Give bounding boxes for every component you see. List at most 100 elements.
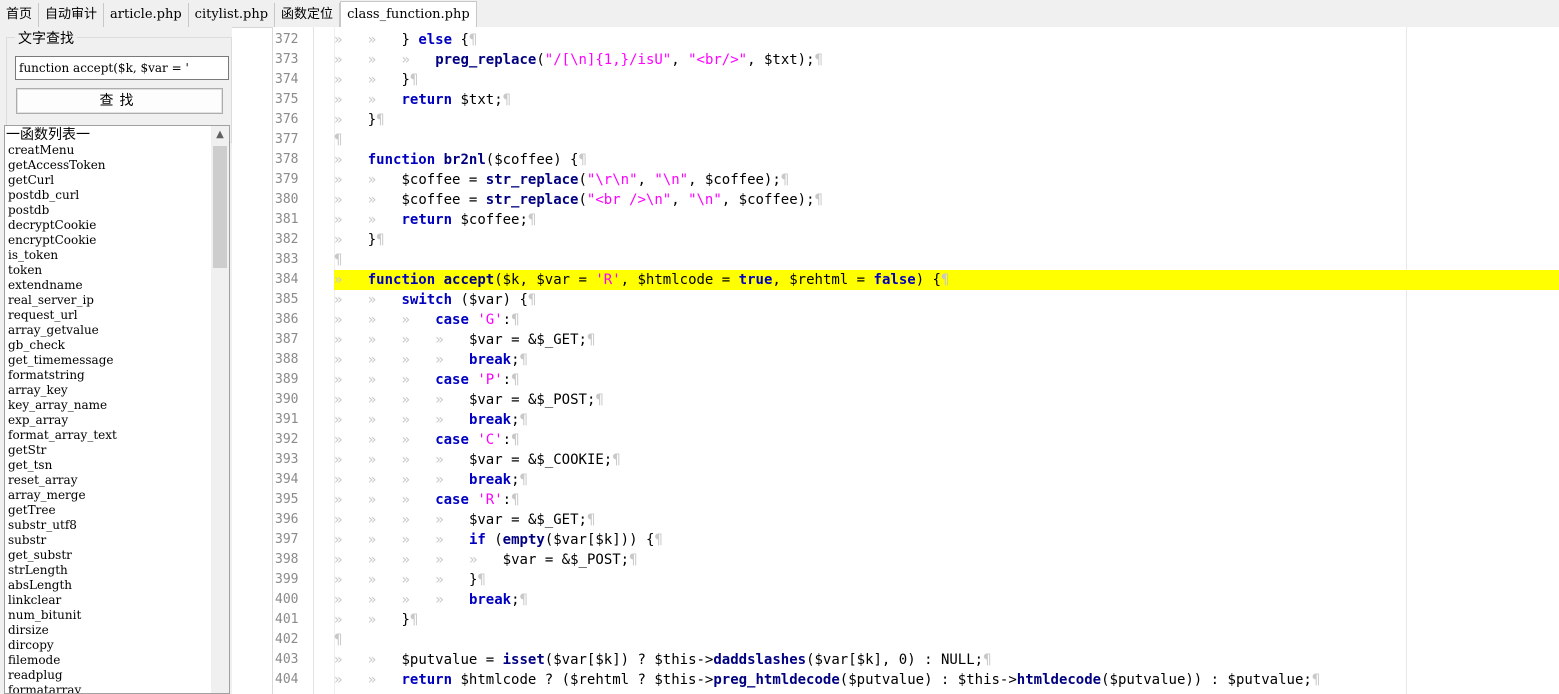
code-line[interactable]: 389 » » » case 'P':¶ bbox=[273, 370, 1559, 390]
code-text: » » return $htmlcode ? ($rehtml ? $this-… bbox=[334, 670, 1559, 690]
code-line[interactable]: 386 » » » case 'G':¶ bbox=[273, 310, 1559, 330]
list-item[interactable]: real_server_ip bbox=[8, 293, 208, 308]
code-line[interactable]: 392 » » » case 'C':¶ bbox=[273, 430, 1559, 450]
code-line[interactable]: 403 » » $putvalue = isset($var[$k]) ? $th… bbox=[273, 650, 1559, 670]
list-item[interactable]: getStr bbox=[8, 443, 208, 458]
list-item[interactable]: linkclear bbox=[8, 593, 208, 608]
list-item[interactable]: num_bitunit bbox=[8, 608, 208, 623]
code-token: ($putvalue) : $this-> bbox=[839, 672, 1017, 688]
tab-4[interactable]: 函数定位 bbox=[275, 3, 341, 27]
line-number: 375 bbox=[275, 92, 299, 107]
code-line[interactable]: 373 » » » preg_replace("/[\n]{1,}/isU", "… bbox=[273, 50, 1559, 70]
tab-2[interactable]: article.php bbox=[104, 3, 189, 27]
list-item[interactable]: dirsize bbox=[8, 623, 208, 638]
list-item[interactable]: get_substr bbox=[8, 548, 208, 563]
list-item[interactable]: formatarray bbox=[8, 683, 208, 693]
list-item[interactable]: strLength bbox=[8, 563, 208, 578]
code-line[interactable]: 401 » » }¶ bbox=[273, 610, 1559, 630]
list-item[interactable]: encryptCookie bbox=[8, 233, 208, 248]
list-item[interactable]: readplug bbox=[8, 668, 208, 683]
code-line[interactable]: 387 » » » » $var = &$_GET;¶ bbox=[273, 330, 1559, 350]
code-line[interactable]: 388 » » » » break;¶ bbox=[273, 350, 1559, 370]
list-item[interactable]: reset_array bbox=[8, 473, 208, 488]
list-item[interactable]: getCurl bbox=[8, 173, 208, 188]
list-item[interactable]: extendname bbox=[8, 278, 208, 293]
list-item[interactable]: token bbox=[8, 263, 208, 278]
tab-marker: » bbox=[435, 512, 444, 528]
list-item[interactable]: dircopy bbox=[8, 638, 208, 653]
code-line[interactable]: 385 » » switch ($var) {¶ bbox=[273, 290, 1559, 310]
list-item[interactable]: request_url bbox=[8, 308, 208, 323]
tab-1[interactable]: 自动审计 bbox=[39, 3, 105, 27]
list-item[interactable]: postdb bbox=[8, 203, 208, 218]
code-token: ($coffee) { bbox=[485, 152, 579, 168]
left-panel: 文字查找 function accept($k, $var = ' 查找 一函数… bbox=[0, 27, 232, 694]
code-token: str_replace bbox=[485, 192, 579, 208]
list-item[interactable]: substr bbox=[8, 533, 208, 548]
list-item[interactable]: decryptCookie bbox=[8, 218, 208, 233]
list-item[interactable]: array_getvalue bbox=[8, 323, 208, 338]
scroll-up-arrow-icon[interactable]: ▲ bbox=[211, 126, 229, 144]
search-input[interactable]: function accept($k, $var = ' bbox=[15, 56, 229, 80]
list-item[interactable]: substr_utf8 bbox=[8, 518, 208, 533]
tab-0[interactable]: 首页 bbox=[0, 3, 40, 27]
code-line[interactable]: 380 » » $coffee = str_replace("<br />\n",… bbox=[273, 190, 1559, 210]
code-line[interactable]: 381 » » return $coffee;¶ bbox=[273, 210, 1559, 230]
code-line[interactable]: 376 » }¶ bbox=[273, 110, 1559, 130]
list-item[interactable]: getAccessToken bbox=[8, 158, 208, 173]
list-item[interactable]: formatstring bbox=[8, 368, 208, 383]
list-item[interactable]: filemode bbox=[8, 653, 208, 668]
list-item[interactable]: postdb_curl bbox=[8, 188, 208, 203]
function-list[interactable]: 一函数列表一 creatMenu getAccessToken getCurl pos… bbox=[4, 125, 230, 694]
code-line[interactable]: 395 » » » case 'R':¶ bbox=[273, 490, 1559, 510]
line-number: 388 bbox=[275, 352, 299, 367]
code-line[interactable]: 382 » }¶ bbox=[273, 230, 1559, 250]
code-line[interactable]: 377 ¶ bbox=[273, 130, 1559, 150]
code-line[interactable]: 400 » » » » break;¶ bbox=[273, 590, 1559, 610]
list-item[interactable]: format_array_text bbox=[8, 428, 208, 443]
code-line[interactable]: 375 » » return $txt;¶ bbox=[273, 90, 1559, 110]
code-line[interactable]: 383 ¶ bbox=[273, 250, 1559, 270]
search-button[interactable]: 查找 bbox=[16, 88, 223, 114]
list-item[interactable]: array_merge bbox=[8, 488, 208, 503]
list-item[interactable]: gb_check bbox=[8, 338, 208, 353]
code-line[interactable]: 393 » » » » $var = &$_COOKIE;¶ bbox=[273, 450, 1559, 470]
code-line[interactable]: 404 » » return $htmlcode ? ($rehtml ? $th… bbox=[273, 670, 1559, 690]
tab-3[interactable]: citylist.php bbox=[189, 3, 276, 27]
function-list-scrollbar[interactable]: ▲ bbox=[211, 126, 229, 693]
code-token: case bbox=[435, 432, 469, 448]
tab-5[interactable]: class_function.php bbox=[340, 1, 477, 27]
code-line[interactable]: 384 » function accept($k, $var = 'R', $ht… bbox=[273, 270, 1559, 290]
list-item[interactable]: get_tsn bbox=[8, 458, 208, 473]
tab-marker: » bbox=[367, 292, 377, 308]
code-line[interactable]: 379 » » $coffee = str_replace("\r\n", "\n… bbox=[273, 170, 1559, 190]
scrollbar-thumb[interactable] bbox=[213, 146, 227, 268]
line-number: 404 bbox=[275, 672, 299, 687]
tab-marker: » bbox=[367, 612, 377, 628]
code-line[interactable]: 390 » » » » $var = &$_POST;¶ bbox=[273, 390, 1559, 410]
code-line[interactable]: 391 » » » » break;¶ bbox=[273, 410, 1559, 430]
code-line[interactable]: 398 » » » » » $var = &$_POST;¶ bbox=[273, 550, 1559, 570]
code-line[interactable]: 399 » » » » }¶ bbox=[273, 570, 1559, 590]
code-line[interactable]: 397 » » » » if (empty($var[$k])) {¶ bbox=[273, 530, 1559, 550]
code-line[interactable]: 396 » » » » $var = &$_GET;¶ bbox=[273, 510, 1559, 530]
code-line[interactable]: 374 » » }¶ bbox=[273, 70, 1559, 90]
list-item[interactable]: exp_array bbox=[8, 413, 208, 428]
list-item[interactable]: creatMenu bbox=[8, 143, 208, 158]
code-line[interactable]: 378 » function br2nl($coffee) {¶ bbox=[273, 150, 1559, 170]
list-item[interactable]: getTree bbox=[8, 503, 208, 518]
tab-marker: » bbox=[435, 352, 444, 368]
code-lines: 372» » } else {¶ 373» » » preg_replace("/… bbox=[273, 30, 1559, 690]
code-editor[interactable]: 372» » } else {¶ 373» » » preg_replace("/… bbox=[272, 27, 1559, 694]
list-item[interactable]: get_timemessage bbox=[8, 353, 208, 368]
code-line[interactable]: 394 » » » » break;¶ bbox=[273, 470, 1559, 490]
code-line[interactable]: 402 ¶ bbox=[273, 630, 1559, 650]
list-item[interactable]: key_array_name bbox=[8, 398, 208, 413]
list-item[interactable]: is_token bbox=[8, 248, 208, 263]
tab-marker: » bbox=[401, 372, 410, 388]
code-text: » » » preg_replace("/[\n]{1,}/isU", "<br… bbox=[334, 50, 1559, 70]
list-item[interactable]: absLength bbox=[8, 578, 208, 593]
list-item[interactable]: array_key bbox=[8, 383, 208, 398]
code-line[interactable]: 372 » » } else {¶ bbox=[273, 30, 1559, 50]
